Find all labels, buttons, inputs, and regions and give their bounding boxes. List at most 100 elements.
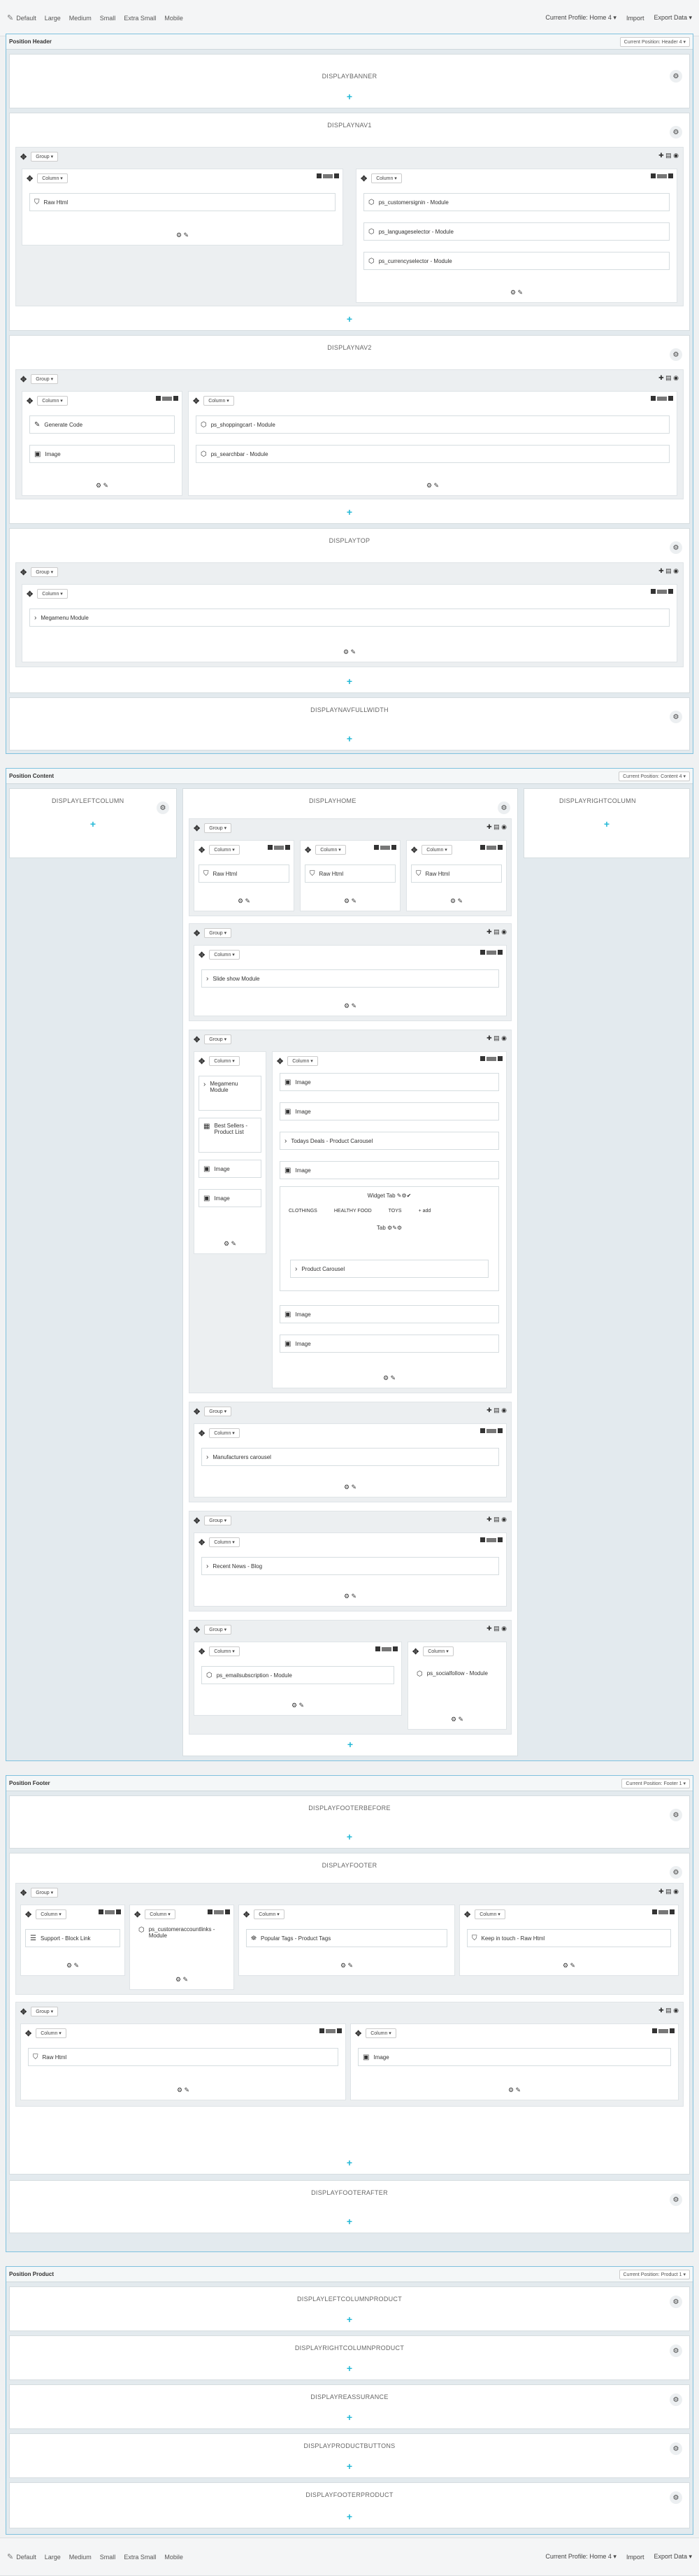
gear-icon[interactable]: ⚙ bbox=[670, 2344, 682, 2357]
gear-icon[interactable]: ⚙ bbox=[498, 802, 510, 814]
module-customeraccountlinks[interactable]: ⬡ ps_customeraccountlinks - Module bbox=[134, 1926, 229, 1961]
module-raw-html[interactable]: ⛉ Raw Html bbox=[29, 193, 336, 211]
module-generate-code[interactable]: ✎ Generate Code bbox=[29, 415, 175, 434]
device-extra-small[interactable]: Extra Small bbox=[124, 15, 156, 22]
group-actions[interactable]: ✚ ▤ ◉ bbox=[487, 823, 507, 831]
move-icon[interactable]: ✥ bbox=[305, 846, 311, 855]
group-dropdown[interactable]: Group ▾ bbox=[204, 928, 232, 938]
device-mobile[interactable]: Mobile bbox=[164, 2554, 183, 2561]
module-image[interactable]: ▣ Image bbox=[280, 1161, 499, 1179]
module-image[interactable]: ▣ Image bbox=[280, 1335, 499, 1353]
module-socialfollow[interactable]: ⬡ ps_socialfollow - Module bbox=[412, 1670, 502, 1701]
column-footer-icons[interactable]: ⚙ ✎ bbox=[22, 648, 677, 656]
device-large[interactable]: Large bbox=[45, 2554, 61, 2561]
move-icon[interactable]: ✥ bbox=[277, 1057, 283, 1066]
move-icon[interactable]: ✥ bbox=[194, 1516, 200, 1525]
gear-icon[interactable]: ⚙✎⚙ bbox=[387, 1225, 402, 1231]
gear-icon[interactable]: ⚙ bbox=[670, 2193, 682, 2206]
column-dropdown[interactable]: Column ▾ bbox=[421, 845, 452, 855]
group-actions[interactable]: ✚ ▤ ◉ bbox=[487, 1516, 507, 1523]
group-actions[interactable]: ✚ ▤ ◉ bbox=[487, 928, 507, 936]
module-image[interactable]: ▣ Image bbox=[358, 2048, 671, 2066]
module-languageselector[interactable]: ⬡ ps_languageselector - Module bbox=[363, 222, 670, 241]
module-manufacturers[interactable]: › Manufacturers carousel bbox=[201, 1448, 499, 1466]
move-icon[interactable]: ✥ bbox=[20, 375, 27, 384]
column-footer-icons[interactable]: ⚙ ✎ bbox=[356, 289, 677, 297]
gear-icon[interactable]: ⚙ bbox=[670, 70, 682, 83]
column-controls[interactable] bbox=[317, 173, 339, 178]
group-dropdown[interactable]: Group ▾ bbox=[204, 1625, 232, 1635]
column-dropdown[interactable]: Column ▾ bbox=[254, 1909, 284, 1919]
column-dropdown[interactable]: Column ▾ bbox=[209, 1428, 240, 1438]
column-dropdown[interactable]: Column ▾ bbox=[209, 1646, 240, 1656]
module-megamenu[interactable]: › Megamenu Module bbox=[29, 609, 670, 627]
column-dropdown[interactable]: Column ▾ bbox=[423, 1646, 454, 1656]
gear-icon[interactable]: ⚙ bbox=[157, 802, 169, 814]
position-select[interactable]: Current Position: Header 4 ▾ bbox=[619, 36, 690, 47]
move-icon[interactable]: ✥ bbox=[199, 1538, 205, 1547]
group-dropdown[interactable]: Group ▾ bbox=[31, 567, 59, 577]
add-group-button[interactable]: + bbox=[347, 2157, 352, 2168]
column-footer-icons[interactable]: ⚙ ✎ bbox=[194, 1240, 266, 1248]
module-raw-html[interactable]: ⛉ Raw Html bbox=[305, 864, 396, 883]
module-slideshow[interactable]: › Slide show Module bbox=[201, 969, 499, 988]
group-dropdown[interactable]: Group ▾ bbox=[204, 1407, 232, 1416]
group-actions[interactable]: ✚ ▤ ◉ bbox=[658, 567, 679, 575]
gear-icon[interactable]: ⚙ bbox=[670, 2442, 682, 2455]
group-actions[interactable]: ✚ ▤ ◉ bbox=[658, 152, 679, 159]
group-actions[interactable]: ✚ ▤ ◉ bbox=[487, 1407, 507, 1414]
add-group-button[interactable]: + bbox=[347, 1739, 353, 1750]
column-controls[interactable] bbox=[375, 1646, 398, 1651]
column-dropdown[interactable]: Column ▾ bbox=[371, 173, 402, 183]
move-icon[interactable]: ✥ bbox=[25, 1910, 31, 1919]
add-group-button[interactable]: + bbox=[604, 818, 610, 830]
module-raw-html[interactable]: ⛉ Raw Html bbox=[28, 2048, 338, 2066]
add-group-button[interactable]: + bbox=[347, 313, 352, 325]
add-group-button[interactable]: + bbox=[347, 2461, 352, 2472]
tab-clothings[interactable]: CLOTHINGS bbox=[289, 1209, 317, 1214]
device-medium[interactable]: Medium bbox=[69, 15, 92, 22]
gear-icon[interactable]: ⚙ bbox=[670, 541, 682, 554]
module-bestsellers[interactable]: ▦ Best Sellers - Product List bbox=[199, 1118, 261, 1153]
column-controls[interactable] bbox=[480, 1056, 503, 1061]
group-dropdown[interactable]: Group ▾ bbox=[204, 1034, 232, 1044]
group-actions[interactable]: ✚ ▤ ◉ bbox=[658, 374, 679, 382]
position-select[interactable]: Current Position: Footer 1 ▾ bbox=[621, 1778, 690, 1788]
column-footer-icons[interactable]: ⚙ ✎ bbox=[301, 897, 400, 905]
device-medium[interactable]: Medium bbox=[69, 2554, 92, 2561]
column-dropdown[interactable]: Column ▾ bbox=[315, 845, 346, 855]
tab-healthy-food[interactable]: HEALTHY FOOD bbox=[334, 1209, 372, 1214]
gear-icon[interactable]: ⚙ bbox=[670, 2491, 682, 2504]
group-dropdown[interactable]: Group ▾ bbox=[204, 1516, 232, 1525]
column-controls[interactable] bbox=[374, 845, 396, 850]
module-todays-deals[interactable]: › Todays Deals - Product Carousel bbox=[280, 1132, 499, 1150]
column-dropdown[interactable]: Column ▾ bbox=[203, 396, 234, 406]
add-group-button[interactable]: + bbox=[90, 818, 96, 830]
position-select[interactable]: Current Position: Content 4 ▾ bbox=[619, 771, 690, 781]
column-dropdown[interactable]: Column ▾ bbox=[209, 950, 240, 960]
profile-selector[interactable]: Current Profile: Home 4 ▾ bbox=[545, 14, 617, 22]
import-button[interactable]: Import bbox=[626, 2554, 644, 2561]
add-group-button[interactable]: + bbox=[347, 2511, 352, 2522]
module-popular-tags[interactable]: ⛯ Popular Tags - Product Tags bbox=[246, 1929, 447, 1947]
column-dropdown[interactable]: Column ▾ bbox=[209, 845, 240, 855]
move-icon[interactable]: ✥ bbox=[194, 824, 200, 833]
move-icon[interactable]: ✥ bbox=[20, 2007, 27, 2016]
module-emailsubscription[interactable]: ⬡ ps_emailsubscription - Module bbox=[201, 1666, 394, 1684]
column-footer-icons[interactable]: ⚙ ✎ bbox=[351, 2086, 678, 2094]
wrench-icon[interactable]: ✎ bbox=[7, 2552, 13, 2561]
column-dropdown[interactable]: Column ▾ bbox=[37, 396, 68, 406]
add-group-button[interactable]: + bbox=[347, 676, 352, 687]
column-footer-icons[interactable]: ⚙ ✎ bbox=[22, 232, 343, 239]
move-icon[interactable]: ✥ bbox=[193, 397, 199, 406]
group-actions[interactable]: ✚ ▤ ◉ bbox=[487, 1034, 507, 1042]
group-actions[interactable]: ✚ ▤ ◉ bbox=[658, 1888, 679, 1895]
move-icon[interactable]: ✥ bbox=[199, 846, 205, 855]
column-dropdown[interactable]: Column ▾ bbox=[209, 1056, 240, 1066]
gear-icon[interactable]: ⚙ bbox=[670, 2296, 682, 2308]
add-tab-button[interactable]: + add bbox=[419, 1209, 431, 1214]
export-button[interactable]: Export Data ▾ bbox=[654, 14, 692, 22]
move-icon[interactable]: ✥ bbox=[20, 1888, 27, 1898]
tab-toys[interactable]: TOYS bbox=[389, 1209, 402, 1214]
column-dropdown[interactable]: Column ▾ bbox=[36, 2028, 66, 2038]
